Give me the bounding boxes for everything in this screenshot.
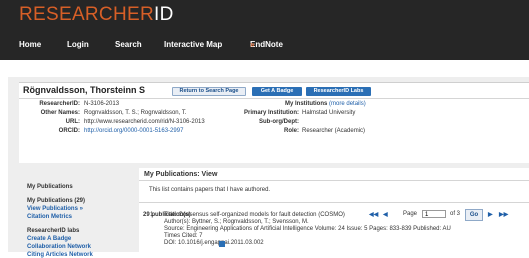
profile-divider: [19, 98, 529, 99]
primary-institution-label: Primary Institution:: [243, 110, 299, 116]
url-label: URL:: [65, 119, 80, 125]
researcherid-label: ResearcherID:: [39, 101, 80, 107]
profile-name: Rögnvaldsson, Thorsteinn S: [23, 85, 146, 95]
profile-card: Rögnvaldsson, Thorsteinn S Return to Sea…: [19, 82, 529, 163]
my-institutions-label: My Institutions (more details): [285, 101, 366, 107]
page-label: Page: [403, 211, 418, 217]
sidebar-item-collaboration-network[interactable]: Collaboration Network: [27, 244, 91, 250]
get-a-badge-button[interactable]: Get A Badge: [252, 87, 302, 96]
publication-doi[interactable]: DOI: 10.1016/j.engappai.2011.03.002: [164, 240, 264, 246]
role-label: Role:: [284, 128, 299, 134]
other-names-value: Rognvaldsson, T. S.; Rognvaldsson, T.: [84, 110, 187, 116]
researcherid-value: N-3106-2013: [84, 101, 120, 107]
publication-source: Source: Engineering Applications of Arti…: [164, 226, 451, 232]
full-text-icon[interactable]: [219, 241, 225, 247]
sidebar-heading-labs: ResearcherID labs: [27, 228, 80, 234]
sidebar-item-view-publications[interactable]: View Publications »: [27, 206, 83, 212]
publication-title[interactable]: Title: Consensus self-organized models f…: [164, 212, 345, 218]
sidebar-item-create-badge[interactable]: Create A Badge: [27, 236, 71, 242]
publication-authors: Author(s): Byttner, S.; Rognvaldsson, T.…: [164, 219, 309, 225]
publication-number: 1.: [150, 212, 156, 218]
top-header: RESEARCHERID Home Login Search Interacti…: [0, 0, 529, 60]
return-to-search-button[interactable]: Return to Search Page: [172, 87, 246, 96]
my-institutions-text: My Institutions: [285, 101, 328, 107]
sidebar-heading-publications: My Publications: [27, 184, 73, 190]
researcherid-labs-button[interactable]: ResearcherID Labs: [306, 87, 371, 96]
go-button[interactable]: Go: [465, 209, 483, 221]
other-names-label: Other Names:: [40, 110, 80, 116]
next-page-icon[interactable]: ▶: [488, 211, 493, 218]
logo-primary: RESEARCHER: [19, 4, 154, 25]
panel-divider: [139, 202, 529, 203]
nav-endnote-label: EndNote: [250, 40, 283, 49]
publication-times-cited: Times Cited: 7: [164, 233, 203, 239]
primary-institution-value: Halmstad University: [302, 110, 356, 116]
left-sidebar: My Publications My Publications (29) Vie…: [19, 168, 127, 258]
nav-search[interactable]: Search: [115, 40, 142, 49]
panel-title: My Publications: View: [139, 168, 529, 181]
role-value: Researcher (Academic): [302, 128, 366, 134]
sidebar-item-citation-metrics[interactable]: Citation Metrics: [27, 214, 72, 220]
previous-page-icon[interactable]: ◀: [383, 211, 388, 218]
page-input[interactable]: 1: [422, 210, 446, 218]
logo-secondary: ID: [153, 4, 174, 25]
nav-interactive-map[interactable]: Interactive Map: [164, 40, 222, 49]
nav-login[interactable]: Login: [67, 40, 89, 49]
page-total: of 3: [450, 211, 461, 217]
sub-org-label: Sub-org/Dept:: [259, 119, 299, 125]
first-page-icon[interactable]: ◀◀: [369, 211, 378, 218]
url-value[interactable]: http://www.researcherid.com/rid/N-3106-2…: [84, 119, 205, 125]
chevron-right-icon: »: [250, 40, 255, 49]
sidebar-item-my-publications[interactable]: My Publications (29): [27, 198, 85, 204]
orcid-label: ORCID:: [58, 128, 80, 134]
last-page-icon[interactable]: ▶▶: [499, 211, 508, 218]
more-details-link[interactable]: (more details): [329, 101, 366, 107]
sidebar-item-citing-articles-network[interactable]: Citing Articles Network: [27, 252, 93, 258]
researcherid-logo[interactable]: RESEARCHERID: [19, 4, 174, 26]
panel-description: This list contains papers that I have au…: [149, 187, 271, 193]
nav-home[interactable]: Home: [19, 40, 41, 49]
orcid-link[interactable]: http://orcid.org/0000-0001-5163-2997: [84, 128, 183, 134]
